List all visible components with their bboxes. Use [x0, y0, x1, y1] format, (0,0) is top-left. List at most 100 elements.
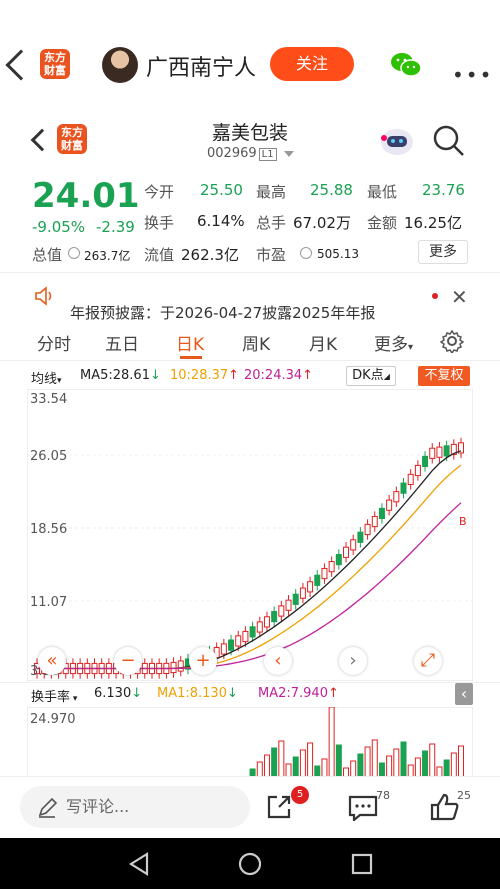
tab-intraday[interactable]: 分时: [37, 330, 71, 355]
sub-indicator-select[interactable]: 换手率 ▾: [31, 686, 77, 705]
scroll-right-icon[interactable]: ›: [339, 647, 367, 675]
ma20-text: 20:24.34: [244, 368, 303, 383]
tab-more-label: 更多: [374, 335, 408, 355]
candle: [328, 561, 335, 573]
candle: [271, 610, 278, 623]
ma-mode-select[interactable]: 均线▾: [31, 368, 62, 387]
candle: [292, 593, 299, 605]
turnover-rate-text: 6.130: [94, 686, 132, 701]
high-label: 最高: [256, 183, 287, 201]
divider: [0, 272, 500, 273]
zoom-out-icon[interactable]: −: [114, 647, 142, 675]
turnover-bar: [350, 760, 357, 777]
turnover-bar: [378, 762, 385, 777]
ma5-line: [37, 450, 462, 670]
y-label-4: 11.07: [30, 595, 68, 610]
candle: [414, 464, 421, 477]
turnover-bar: [335, 744, 342, 777]
like-count: 25: [457, 789, 471, 802]
more-quote-button[interactable]: 更多: [418, 240, 468, 264]
zoom-in-icon[interactable]: +: [189, 647, 217, 675]
announcement-text[interactable]: 年报预披露：于2026-04-27披露2025年年报: [70, 302, 375, 323]
sub-indicator-label: 换手率: [31, 690, 71, 705]
sub-ma2-value: MA2:7.940↑: [258, 686, 339, 701]
turnover-bar: [450, 752, 457, 777]
turnover-bar: [328, 707, 335, 777]
wechat-icon[interactable]: [390, 52, 422, 78]
ma5-value: MA5:28.61↓: [80, 368, 161, 383]
stock-code[interactable]: 002969 L1: [207, 146, 294, 161]
b-marker: B: [459, 515, 467, 528]
active-tab-underline: [180, 356, 202, 359]
tab-five-day[interactable]: 五日: [105, 330, 139, 355]
turnover-bar: [321, 758, 328, 777]
turnover-bar: [429, 743, 436, 777]
settings-icon[interactable]: [440, 329, 464, 353]
change-abs: -2.39: [96, 218, 135, 236]
ma5-text: MA5:28.61: [80, 368, 150, 383]
caret-icon: ▾: [408, 342, 414, 353]
volume-label: 总手: [256, 214, 287, 232]
tab-more[interactable]: 更多▾: [374, 330, 413, 355]
nav-home-icon[interactable]: [238, 852, 262, 876]
candle: [228, 639, 235, 651]
nav-back-icon[interactable]: [128, 852, 150, 876]
collapse-icon[interactable]: ‹: [455, 683, 473, 705]
candle: [307, 581, 314, 593]
candle: [407, 473, 414, 485]
more-icon[interactable]: •••: [452, 63, 493, 87]
nav-recents-icon[interactable]: [351, 853, 373, 875]
share-badge: 5: [291, 786, 309, 804]
candle: [422, 455, 429, 468]
fullscreen-icon[interactable]: ⤢: [414, 647, 442, 675]
stock-name: 嘉美包装: [211, 122, 288, 144]
like-icon[interactable]: [430, 793, 460, 821]
robot-assistant-icon[interactable]: [378, 124, 416, 158]
turnover-value: 6.14%: [197, 212, 245, 230]
candle: [321, 567, 328, 580]
avatar[interactable]: [102, 47, 138, 83]
dk-point-button[interactable]: DK点◢: [346, 366, 396, 386]
mktcap-value: 263.7亿: [84, 249, 131, 263]
share-icon[interactable]: [265, 793, 293, 821]
candle: [220, 643, 227, 655]
pe-value: 505.13: [317, 247, 359, 261]
turnover-bar: [271, 747, 278, 777]
y-label-2: 26.05: [30, 449, 68, 464]
eastmoney-logo: 东方 财富: [40, 49, 70, 79]
turnover-label: 换手: [144, 214, 175, 232]
search-icon[interactable]: [432, 124, 466, 158]
ma10-text: 10:28.37: [170, 368, 229, 383]
turnover-bar: [458, 745, 464, 777]
candle: [256, 621, 263, 633]
tab-weekly-k[interactable]: 周K: [242, 330, 270, 355]
float-value: 262.3亿: [181, 246, 239, 264]
y-label-1: 33.54: [30, 392, 68, 407]
low-value: 23.76: [422, 181, 465, 199]
turnover-bar: [263, 754, 270, 777]
turnover-chart[interactable]: [27, 707, 473, 777]
turnover-bar: [292, 756, 299, 777]
ma10-value: 10:28.37↑: [170, 368, 240, 383]
adjust-button[interactable]: 不复权: [418, 366, 470, 386]
amount-value: 16.25亿: [404, 214, 462, 232]
sub-ma1-value: MA1:8.130↓: [157, 686, 238, 701]
candle: [393, 491, 400, 503]
kline-chart[interactable]: B: [27, 389, 473, 681]
candle: [335, 553, 342, 566]
follow-button[interactable]: 关注: [270, 47, 354, 81]
candle: [177, 660, 184, 672]
tab-monthly-k[interactable]: 月K: [309, 330, 337, 355]
comment-icon[interactable]: [348, 795, 378, 821]
turnover-bar: [299, 749, 306, 777]
current-price: 24.01: [32, 176, 140, 216]
open-value: 25.50: [200, 181, 243, 199]
tab-daily-k[interactable]: 日K: [176, 330, 204, 355]
candle: [378, 507, 385, 520]
candle: [263, 616, 270, 628]
candle: [371, 515, 378, 528]
scroll-left-fast-icon[interactable]: «: [38, 647, 66, 675]
scroll-left-icon[interactable]: ‹: [264, 647, 292, 675]
back-icon[interactable]: [5, 49, 37, 81]
close-icon[interactable]: ✕: [451, 285, 468, 309]
